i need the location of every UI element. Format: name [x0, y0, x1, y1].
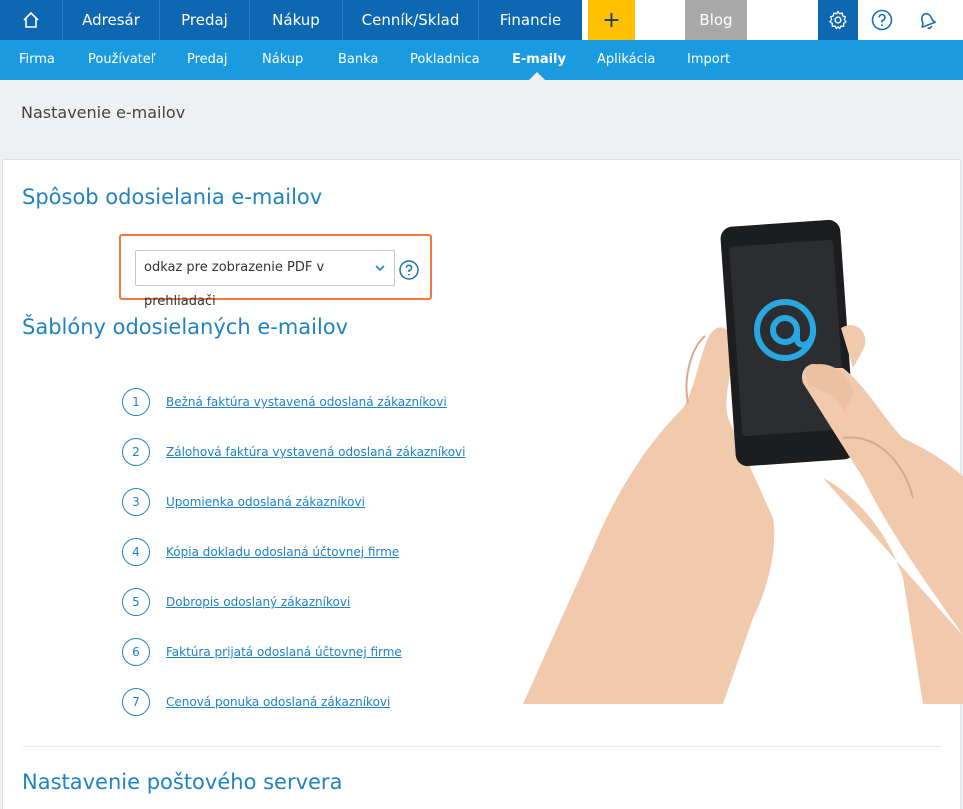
template-row: 5 Dobropis odoslaný zákazníkovi — [122, 587, 350, 617]
template-number: 4 — [122, 538, 150, 566]
top-bar: Adresár Predaj Nákup Cenník/Sklad Financ… — [0, 0, 963, 40]
template-number: 3 — [122, 488, 150, 516]
subnav-banka[interactable]: Banka — [338, 40, 378, 80]
bell-icon — [921, 12, 937, 29]
template-number: 1 — [122, 388, 150, 416]
templates-heading: Šablóny odosielaných e-mailov — [22, 315, 349, 339]
template-link-reminder[interactable]: Upomienka odoslaná zákazníkovi — [166, 495, 365, 509]
subnav-predaj[interactable]: Predaj — [187, 40, 228, 80]
home-button[interactable] — [0, 0, 63, 40]
nav-nakup[interactable]: Nákup — [250, 0, 343, 40]
sending-method-value: odkaz pre zobrazenie PDF v prehliadači — [144, 260, 325, 309]
sub-nav: Firma Používateľ Predaj Nákup Banka Pokl… — [0, 40, 963, 80]
nav-financie[interactable]: Financie — [479, 0, 582, 40]
template-row: 1 Bežná faktúra vystavená odoslaná zákaz… — [122, 387, 447, 417]
subnav-nakup[interactable]: Nákup — [262, 40, 303, 80]
sending-method-select[interactable]: odkaz pre zobrazenie PDF v prehliadači — [135, 250, 395, 309]
template-number: 7 — [122, 688, 150, 716]
subnav-pouzivatel[interactable]: Používateľ — [88, 40, 156, 80]
subnav-import[interactable]: Import — [687, 40, 730, 80]
template-link-quote[interactable]: Cenová ponuka odoslaná zákazníkovi — [166, 695, 390, 709]
template-link-advance-invoice[interactable]: Zálohová faktúra vystavená odoslaná záka… — [166, 445, 465, 459]
nav-cennik-sklad[interactable]: Cenník/Sklad — [343, 0, 479, 40]
sending-heading: Spôsob odosielania e-mailov — [22, 185, 323, 209]
template-link-document-copy[interactable]: Kópia dokladu odoslaná účtovnej firme — [166, 545, 399, 559]
page-title: Nastavenie e-mailov — [21, 103, 186, 122]
home-icon — [23, 11, 39, 28]
nav-predaj[interactable]: Predaj — [160, 0, 250, 40]
blog-button[interactable]: Blog — [685, 0, 747, 40]
chevron-down-icon — [375, 265, 385, 272]
template-number: 6 — [122, 638, 150, 666]
active-tab-caret — [529, 72, 545, 80]
template-number: 5 — [122, 588, 150, 616]
template-row: 2 Zálohová faktúra vystavená odoslaná zá… — [122, 437, 465, 467]
question-icon[interactable] — [399, 260, 419, 280]
server-heading: Nastavenie poštového servera — [22, 770, 343, 794]
notifications-button[interactable] — [907, 0, 947, 40]
template-row: 6 Faktúra prijatá odoslaná účtovnej firm… — [122, 637, 402, 667]
template-number: 2 — [122, 438, 150, 466]
template-row: 3 Upomienka odoslaná zákazníkovi — [122, 487, 365, 517]
section-divider — [23, 746, 941, 747]
question-icon — [871, 9, 893, 31]
subnav-firma[interactable]: Firma — [19, 40, 55, 80]
phone-illustration — [523, 219, 963, 704]
nav-adresar[interactable]: Adresár — [63, 0, 160, 40]
settings-button[interactable] — [818, 0, 858, 40]
subnav-aplikacia[interactable]: Aplikácia — [597, 40, 655, 80]
template-link-received-invoice[interactable]: Faktúra prijatá odoslaná účtovnej firme — [166, 645, 402, 659]
template-link-invoice[interactable]: Bežná faktúra vystavená odoslaná zákazní… — [166, 395, 447, 409]
main-nav: Adresár Predaj Nákup Cenník/Sklad Financ… — [0, 0, 582, 40]
template-link-credit-note[interactable]: Dobropis odoslaný zákazníkovi — [166, 595, 350, 609]
content-card: Spôsob odosielania e-mailov odkaz pre zo… — [2, 159, 963, 809]
subnav-pokladnica[interactable]: Pokladnica — [410, 40, 480, 80]
add-button[interactable]: + — [588, 0, 635, 40]
help-button[interactable] — [862, 0, 902, 40]
template-row: 7 Cenová ponuka odoslaná zákazníkovi — [122, 687, 390, 717]
gear-icon — [829, 10, 847, 30]
template-row: 4 Kópia dokladu odoslaná účtovnej firme — [122, 537, 399, 567]
